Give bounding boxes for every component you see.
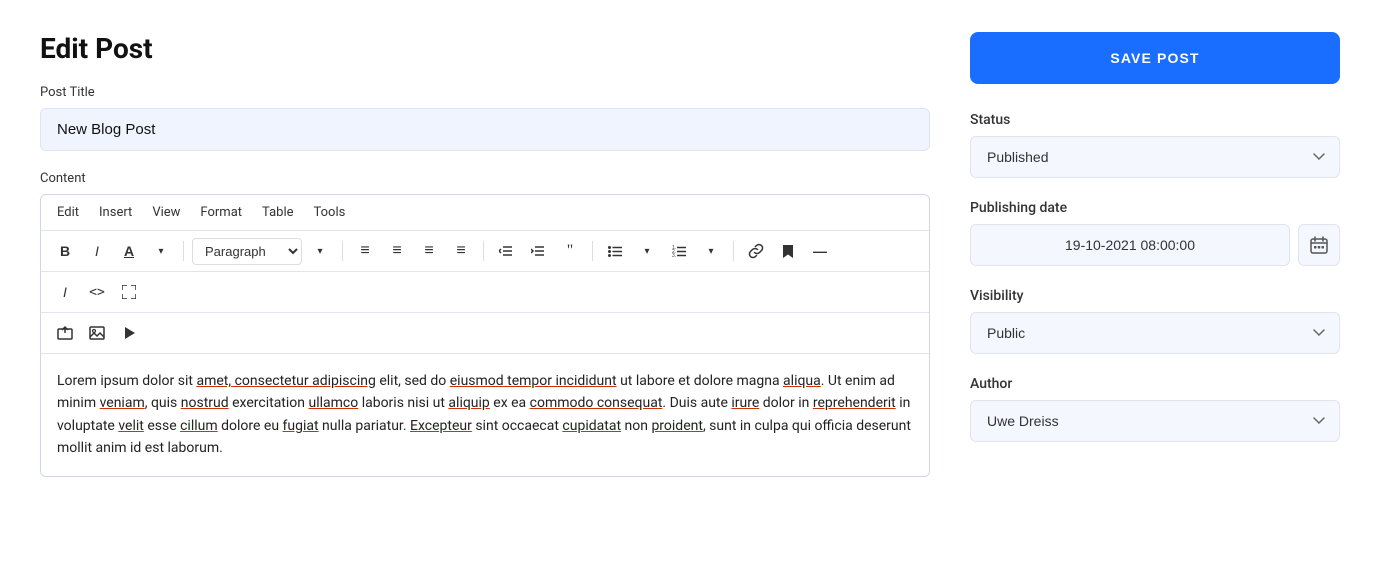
menu-tools[interactable]: Tools bbox=[314, 203, 346, 222]
editor-wrapper: Edit Insert View Format Table Tools B I … bbox=[40, 194, 930, 477]
separator-1 bbox=[183, 241, 184, 261]
menu-table[interactable]: Table bbox=[262, 203, 293, 222]
separator-2 bbox=[342, 241, 343, 261]
svg-text:3.: 3. bbox=[672, 253, 676, 258]
author-label: Author bbox=[970, 376, 1340, 392]
align-left-button[interactable]: ≡ bbox=[351, 237, 379, 265]
bullet-list-button[interactable] bbox=[601, 237, 629, 265]
bullet-list-chevron[interactable]: ▾ bbox=[633, 237, 661, 265]
menu-view[interactable]: View bbox=[152, 203, 180, 222]
editor-menubar: Edit Insert View Format Table Tools bbox=[41, 195, 929, 231]
code-inline-button[interactable]: <> bbox=[83, 278, 111, 306]
post-title-input[interactable] bbox=[40, 108, 930, 151]
calendar-button[interactable] bbox=[1298, 224, 1340, 266]
separator-4 bbox=[592, 241, 593, 261]
menu-insert[interactable]: Insert bbox=[99, 203, 132, 222]
author-section: Author Uwe Dreiss Admin bbox=[970, 376, 1340, 442]
separator-5 bbox=[733, 241, 734, 261]
align-center-button[interactable]: ≡ bbox=[383, 237, 411, 265]
blockquote-button[interactable]: " bbox=[556, 237, 584, 265]
publishing-date-section: Publishing date bbox=[970, 200, 1340, 266]
bookmark-button[interactable] bbox=[774, 237, 802, 265]
hr-button[interactable]: — bbox=[806, 237, 834, 265]
image-button[interactable] bbox=[83, 319, 111, 347]
toolbar-row-2: I <> bbox=[41, 272, 929, 313]
status-section: Status Published Draft Pending Review bbox=[970, 112, 1340, 178]
title-label: Post Title bbox=[40, 85, 930, 100]
underline-color-button[interactable]: A bbox=[115, 237, 143, 265]
media-button[interactable] bbox=[115, 319, 143, 347]
publishing-date-label: Publishing date bbox=[970, 200, 1340, 216]
save-post-button[interactable]: SAVE POST bbox=[970, 32, 1340, 84]
indent-increase-button[interactable] bbox=[524, 237, 552, 265]
menu-format[interactable]: Format bbox=[200, 203, 242, 222]
visibility-select[interactable]: Public Private Password Protected bbox=[970, 312, 1340, 354]
image-upload-button[interactable] bbox=[51, 319, 79, 347]
status-select[interactable]: Published Draft Pending Review bbox=[970, 136, 1340, 178]
align-right-button[interactable]: ≡ bbox=[415, 237, 443, 265]
numbered-list-chevron[interactable]: ▾ bbox=[697, 237, 725, 265]
menu-edit[interactable]: Edit bbox=[57, 203, 79, 222]
italic-button[interactable]: I bbox=[83, 237, 111, 265]
content-label: Content bbox=[40, 171, 930, 186]
align-justify-button[interactable]: ≡ bbox=[447, 237, 475, 265]
sidebar: SAVE POST Status Published Draft Pending… bbox=[970, 32, 1340, 540]
italic2-button[interactable]: I bbox=[51, 278, 79, 306]
paragraph-select[interactable]: Paragraph Heading 1 Heading 2 Heading 3 bbox=[192, 238, 302, 265]
date-row bbox=[970, 224, 1340, 266]
status-label: Status bbox=[970, 112, 1340, 128]
visibility-label: Visibility bbox=[970, 288, 1340, 304]
bold-button[interactable]: B bbox=[51, 237, 79, 265]
toolbar-row-3 bbox=[41, 313, 929, 354]
text-color-chevron[interactable]: ▾ bbox=[147, 237, 175, 265]
fullscreen-button[interactable] bbox=[115, 278, 143, 306]
visibility-section: Visibility Public Private Password Prote… bbox=[970, 288, 1340, 354]
content-field-group: Content Edit Insert View Format Table To… bbox=[40, 171, 930, 477]
page-title: Edit Post bbox=[40, 32, 930, 65]
indent-decrease-button[interactable] bbox=[492, 237, 520, 265]
main-content: Edit Post Post Title Content Edit Insert… bbox=[40, 32, 930, 540]
editor-text: Lorem ipsum dolor sit amet, consectetur … bbox=[57, 373, 911, 456]
publishing-date-input[interactable] bbox=[970, 224, 1290, 266]
link-button[interactable] bbox=[742, 237, 770, 265]
separator-3 bbox=[483, 241, 484, 261]
numbered-list-button[interactable]: 1.2.3. bbox=[665, 237, 693, 265]
editor-content-area[interactable]: Lorem ipsum dolor sit amet, consectetur … bbox=[41, 354, 929, 476]
title-field-group: Post Title bbox=[40, 85, 930, 171]
paragraph-chevron[interactable]: ▾ bbox=[306, 237, 334, 265]
toolbar-row-1: B I A ▾ Paragraph Heading 1 Heading 2 He… bbox=[41, 231, 929, 272]
author-select[interactable]: Uwe Dreiss Admin bbox=[970, 400, 1340, 442]
